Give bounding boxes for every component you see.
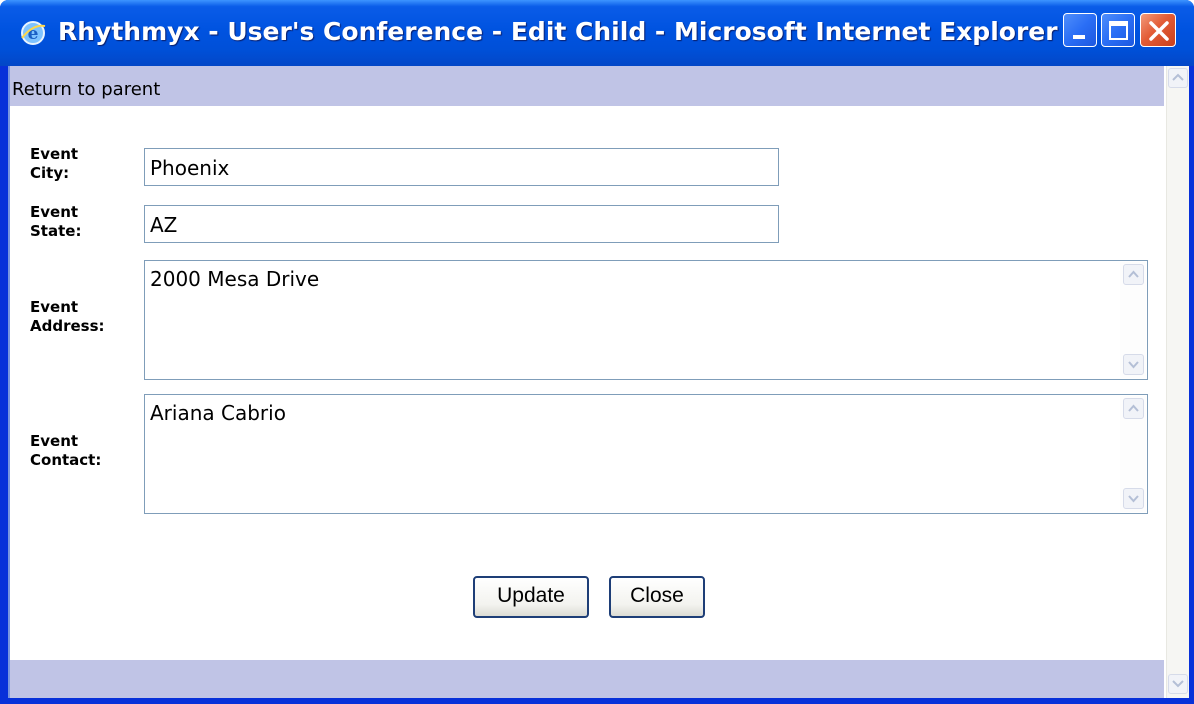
window-title: Rhythmyx - User's Conference - Edit Chil… [58,17,1058,46]
navigation-bar: Return to parent [10,66,1164,106]
chevron-down-icon [1128,495,1139,503]
browser-window: e Rhythmyx - User's Conference - Edit Ch… [0,0,1194,704]
page-content: Return to parent Event City: Phoenix Eve… [8,66,1189,698]
bottom-bar [10,660,1164,698]
contact-scrollbar[interactable] [1120,396,1146,512]
event-contact-value: Ariana Cabrio [150,401,286,425]
scroll-down-button[interactable] [1123,488,1144,509]
event-address-label: Event Address: [30,298,105,335]
event-address-value: 2000 Mesa Drive [150,267,320,291]
scroll-down-button[interactable] [1123,354,1144,375]
chevron-down-icon [1128,361,1139,369]
address-scrollbar[interactable] [1120,262,1146,378]
maximize-icon [1109,21,1128,40]
event-state-input[interactable]: AZ [144,205,779,243]
page-scroll-down-button[interactable] [1168,674,1188,694]
title-bar[interactable]: e Rhythmyx - User's Conference - Edit Ch… [0,0,1194,66]
return-to-parent-link[interactable]: Return to parent [12,79,160,100]
update-button[interactable]: Update [473,576,589,618]
chevron-up-icon [1128,270,1139,278]
maximize-button[interactable] [1101,13,1135,47]
close-window-button[interactable] [1140,13,1176,47]
event-address-textarea[interactable]: 2000 Mesa Drive [144,260,1148,380]
chevron-up-icon [1172,73,1184,81]
event-city-input[interactable]: Phoenix [144,148,779,186]
close-icon [1149,21,1169,41]
event-contact-label: Event Contact: [30,432,102,469]
event-contact-textarea[interactable]: Ariana Cabrio [144,394,1148,514]
minimize-icon [1073,35,1085,39]
chevron-down-icon [1172,680,1184,688]
page-scroll-up-button[interactable] [1168,68,1188,88]
minimize-button[interactable] [1063,13,1097,47]
scroll-up-button[interactable] [1123,264,1144,285]
close-button[interactable]: Close [609,576,705,618]
page-scrollbar[interactable] [1166,66,1189,698]
event-city-label: Event City: [30,145,79,182]
chevron-up-icon [1128,404,1139,412]
ie-icon: e [20,20,46,46]
event-state-label: Event State: [30,203,82,240]
scroll-up-button[interactable] [1123,398,1144,419]
